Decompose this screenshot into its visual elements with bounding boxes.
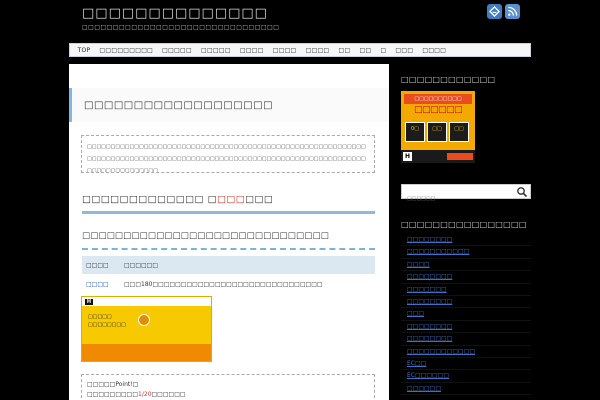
banner-text: □□□□□ □□□□□□□□ xyxy=(88,313,126,329)
banner-bar xyxy=(82,344,211,361)
nav-item[interactable]: □□□□ xyxy=(235,47,268,54)
list-item: □□□□□□□ xyxy=(401,284,531,296)
table-row: □□□□ □□□180□□□□□□□□□□□□□□□□□□□□□□□□□□□□□… xyxy=(82,274,375,294)
ad-tile: □□ xyxy=(427,122,447,142)
list-item: □□□□□□□□ xyxy=(401,271,531,284)
list-item: □□□□□□□□ xyxy=(401,333,531,346)
main-content: □□□□□□□□□□□□□□□□□□□ □□□□□□□□□□□□□□□□□□□□… xyxy=(69,64,389,400)
list-item: □□□□□□□□□□□□ xyxy=(401,346,531,358)
site-link[interactable]: □□□□ xyxy=(82,274,120,294)
search-input[interactable] xyxy=(402,192,512,206)
table-header: □□□□ xyxy=(82,256,120,274)
sub-heading: □□□□□□□□□□□□□□□□□□□□□□□□□□□□□□ xyxy=(82,231,375,250)
banner-header: H xyxy=(82,297,211,306)
post-title: □□□□□□□□□□□□□□□□□□□ xyxy=(69,88,389,122)
section-heading: □□□□□□□□□□□□□ □□□□□□□ xyxy=(82,194,375,214)
nav-item[interactable]: □ xyxy=(376,47,391,54)
ad-tile: 0□ xyxy=(405,122,425,142)
ad-footer: H xyxy=(401,150,475,163)
nav-item[interactable]: □□□□□ xyxy=(158,47,197,54)
point-box: □□□□□Point!□ □□□□□□□□□1/20□□□□□□ xyxy=(81,374,375,400)
point-suffix: □□□□□□ xyxy=(151,391,186,398)
sidebar-ad-banner[interactable]: □□□□□□□□□□ □□□□□□ 0□ □□ □□ H xyxy=(401,91,475,163)
rss-icon[interactable] xyxy=(505,4,520,19)
nav-item[interactable]: □□ xyxy=(355,47,376,54)
category-link[interactable]: □□□□□□□□ xyxy=(407,335,452,342)
ad-tiles: 0□ □□ □□ xyxy=(405,122,469,142)
point-text: □□□□□□□□□1/20□□□□□□ xyxy=(87,390,369,400)
nav-item[interactable]: □□□□ xyxy=(301,47,334,54)
category-link[interactable]: □□□□□□□□□□□□ xyxy=(407,348,475,355)
banner-line: □□□□□ xyxy=(88,314,112,320)
list-item: EC□□□□□□ xyxy=(401,370,531,383)
category-link[interactable]: □□□□□□□□ xyxy=(407,236,452,243)
ad-top-label: □□□□□□□□□□ xyxy=(404,94,472,104)
section-heading-tail: □□□ xyxy=(245,194,274,205)
list-item: □□□□□□□□ xyxy=(401,296,531,309)
category-link[interactable]: □□□□□□□□ xyxy=(407,323,452,330)
hapitas-logo: H xyxy=(85,298,93,305)
search-icon[interactable] xyxy=(516,186,528,198)
intro-box: □□□□□□□□□□□□□□□□□□□□□□□□□□□□□□□□□□□□□□□□… xyxy=(81,135,375,173)
site-title[interactable]: □□□□□□□□□□□□□□ xyxy=(82,6,268,21)
category-link[interactable]: EC□□ xyxy=(407,360,426,367)
sidebar-categories-title: □□□□□□□□□□□□□□□□ xyxy=(401,220,527,229)
category-link[interactable]: □□□□□□□□□□□ xyxy=(407,248,469,255)
nav-item[interactable]: □□□□ xyxy=(268,47,301,54)
nav-item-top[interactable]: TOP xyxy=(73,47,95,54)
nav-item[interactable]: □□□□ xyxy=(418,47,451,54)
list-item: □□□□□□□□ xyxy=(401,321,531,334)
category-link[interactable]: □□□□□□ xyxy=(407,385,441,392)
table-header: □□□□□□ xyxy=(120,256,375,274)
list-item: □□□ xyxy=(401,308,531,321)
nav-item[interactable]: □□ xyxy=(334,47,355,54)
section-heading-text: □□□□□□□□□□□□□ □ xyxy=(82,194,217,205)
ad-button xyxy=(447,153,473,160)
search-box xyxy=(401,184,531,206)
category-link[interactable]: EC□□□□□□ xyxy=(407,372,449,379)
coin-icon xyxy=(138,314,150,326)
site-banner-image[interactable]: H □□□□□ □□□□□□□□ xyxy=(81,296,212,362)
list-item: □□□□□□□□□□□ xyxy=(401,246,531,259)
hapitas-logo: H xyxy=(403,152,412,161)
nav-item[interactable]: □□□□□ xyxy=(197,47,236,54)
list-item: □□□□□□ xyxy=(401,383,531,396)
category-link[interactable]: □□□ xyxy=(407,310,424,317)
category-link[interactable]: □□□□□□□□ xyxy=(407,273,452,280)
nav-item[interactable]: □□□ xyxy=(391,47,418,54)
list-item: □□□□□□□□ xyxy=(401,234,531,247)
list-item: □□□□ xyxy=(401,259,531,272)
nav-item[interactable]: □□□□□□□□□ xyxy=(95,47,158,54)
point-prefix: □□□□□□□□□ xyxy=(87,391,139,398)
category-link[interactable]: □□□□□□□ xyxy=(407,286,447,293)
category-link[interactable]: □□□□□□□□ xyxy=(407,298,452,305)
sidebar-ad-title: □□□□□□□□□□□□ xyxy=(401,75,496,84)
info-table: □□□□ □□□□□□ □□□□ □□□180□□□□□□□□□□□□□□□□□… xyxy=(82,256,375,294)
point-highlight: 1/20 xyxy=(138,391,152,398)
site-description: □□□□□□□□□□□□□□□□□□□□□□□□□□□□□□□□ xyxy=(82,24,280,31)
banner-line: □□□□□□□□ xyxy=(88,322,126,328)
category-list: □□□□□□□□ □□□□□□□□□□□ □□□□ □□□□□□□□ □□□□□… xyxy=(401,234,531,396)
header-icons xyxy=(487,4,520,19)
feedly-icon[interactable] xyxy=(487,4,502,19)
category-link[interactable]: □□□□ xyxy=(407,261,430,268)
ad-headline: □□□□□□ xyxy=(413,105,463,115)
ad-tile: □□ xyxy=(449,122,469,142)
global-nav: TOP □□□□□□□□□ □□□□□ □□□□□ □□□□ □□□□ □□□□… xyxy=(69,43,531,57)
point-label: □□□□□Point!□ xyxy=(87,381,139,388)
table-cell: □□□180□□□□□□□□□□□□□□□□□□□□□□□□□□□□□□ xyxy=(124,280,323,288)
list-item: EC□□ xyxy=(401,358,531,371)
section-heading-highlight: □□□ xyxy=(216,194,246,205)
